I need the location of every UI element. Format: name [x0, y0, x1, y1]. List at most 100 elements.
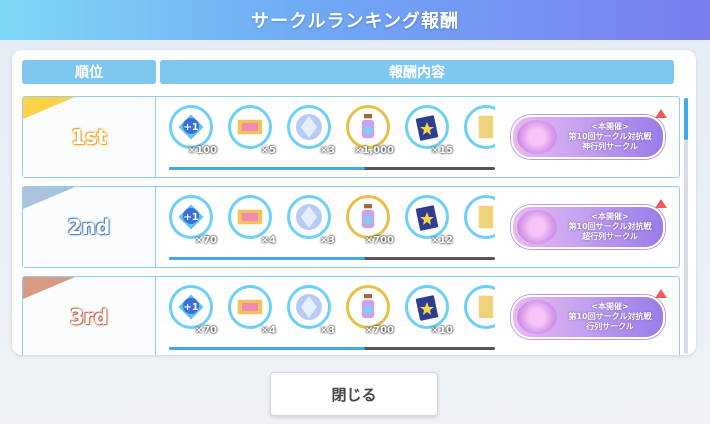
reward-quantity: ×4	[260, 235, 276, 246]
reward-item[interactable]: ×10	[403, 283, 455, 341]
banner-line: 行列サークル	[586, 322, 634, 331]
reward-item[interactable]	[462, 193, 495, 251]
rank-label: 2nd	[67, 215, 111, 239]
svg-text:+1: +1	[183, 212, 198, 223]
banner-line: 超行列サークル	[582, 232, 638, 241]
reward-quantity: ×3	[319, 235, 335, 246]
card-pack-icon	[405, 285, 449, 329]
reward-item[interactable]: +1 ×70	[167, 193, 219, 251]
plus-one-crystal-icon: +1	[169, 285, 213, 329]
page-title: サークルランキング報酬	[251, 11, 459, 32]
reward-quantity: ×70	[194, 325, 217, 336]
reward-quantity: ×4	[260, 325, 276, 336]
banner-line: 第10回サークル対抗戦	[568, 132, 652, 141]
card-icon	[464, 105, 495, 149]
title-reward-banner[interactable]: <本開催> 第10回サークル対抗戦 超行列サークル	[511, 199, 667, 249]
reward-quantity: ×3	[319, 145, 335, 156]
reward-scrollbar[interactable]	[169, 347, 495, 350]
reward-item[interactable]: ×4	[226, 193, 278, 251]
reward-item[interactable]: ×700	[344, 283, 396, 341]
emblem-icon	[517, 120, 557, 154]
ticket-icon	[228, 105, 272, 149]
crystal-orb-icon	[287, 285, 331, 329]
reward-scrollbar-thumb[interactable]	[169, 167, 365, 170]
reward-item[interactable]: ×3	[285, 103, 337, 161]
list-scrollbar[interactable]	[684, 98, 688, 354]
rewards-column-header: 報酬内容	[160, 60, 674, 84]
reward-item[interactable]: ×700	[344, 193, 396, 251]
plus-one-crystal-icon: +1	[169, 105, 213, 149]
reward-quantity: ×70	[194, 235, 217, 246]
banner-line: <本開催>	[591, 212, 629, 221]
ticket-icon	[228, 195, 272, 239]
reward-item[interactable]: ×12	[403, 193, 455, 251]
reward-scrollbar[interactable]	[169, 167, 495, 170]
reward-quantity: ×1,000	[353, 145, 394, 156]
reward-item[interactable]: ×1,000	[344, 103, 396, 161]
banner-line: 第10回サークル対抗戦	[568, 222, 652, 231]
reward-item[interactable]: ×15	[403, 103, 455, 161]
svg-text:+1: +1	[183, 302, 198, 313]
reward-quantity: ×12	[430, 235, 453, 246]
reward-quantity: ×3	[319, 325, 335, 336]
reward-scrollbar-thumb[interactable]	[169, 257, 365, 260]
banner-line: <本開催>	[591, 122, 629, 131]
title-reward-banner[interactable]: <本開催> 第10回サークル対抗戦 神行列サークル	[511, 109, 667, 159]
reward-item[interactable]: ×3	[285, 193, 337, 251]
rank-row: 3rd +1 ×70 ×4 ×3 ×700 ×10 <本開催> 第10回サークル対抗戦 行列サーク…	[22, 276, 680, 355]
plus-one-crystal-icon: +1	[169, 195, 213, 239]
reward-quantity: ×5	[260, 145, 276, 156]
reward-item[interactable]: +1 ×70	[167, 283, 219, 341]
reward-item[interactable]	[462, 283, 495, 341]
reward-item[interactable]: ×5	[226, 103, 278, 161]
reward-quantity: ×700	[364, 235, 394, 246]
reward-item[interactable]	[462, 103, 495, 161]
close-button[interactable]: 閉じる	[270, 372, 438, 416]
rank-column-header: 順位	[22, 60, 156, 84]
reward-quantity: ×100	[187, 145, 217, 156]
rank-corner-accent	[23, 97, 75, 119]
banner-line: 第10回サークル対抗戦	[568, 312, 652, 321]
rank-row: 1st +1 ×100 ×5 ×3 ×1,000 ×15 <本開催> 第10回サークル対抗戦 神行…	[22, 96, 680, 178]
title-reward-banner[interactable]: <本開催> 第10回サークル対抗戦 行列サークル	[511, 289, 667, 339]
reward-items[interactable]: +1 ×100 ×5 ×3 ×1,000 ×15	[167, 103, 495, 161]
reward-item[interactable]: ×4	[226, 283, 278, 341]
reward-scrollbar-thumb[interactable]	[169, 347, 365, 350]
ranking-list[interactable]: 1st +1 ×100 ×5 ×3 ×1,000 ×15 <本開催> 第10回サークル対抗戦 神行…	[22, 96, 682, 355]
reward-quantity: ×700	[364, 325, 394, 336]
scrollbar-thumb[interactable]	[684, 98, 688, 140]
card-icon	[464, 195, 495, 239]
card-pack-icon	[405, 105, 449, 149]
reward-item[interactable]: ×3	[285, 283, 337, 341]
card-icon	[464, 285, 495, 329]
emblem-icon	[517, 210, 557, 244]
banner-line: <本開催>	[591, 302, 629, 311]
up-arrow-icon	[655, 199, 667, 208]
rank-row: 2nd +1 ×70 ×4 ×3 ×700 ×12 <本開催> 第10回サークル対抗戦 超行列サー…	[22, 186, 680, 268]
rank-cell: 3rd	[23, 277, 156, 355]
up-arrow-icon	[655, 109, 667, 118]
emblem-icon	[517, 300, 557, 334]
reward-items[interactable]: +1 ×70 ×4 ×3 ×700 ×10	[167, 283, 495, 341]
rank-corner-accent	[23, 277, 75, 299]
reward-quantity: ×15	[430, 145, 453, 156]
crystal-orb-icon	[287, 105, 331, 149]
title-bar: サークルランキング報酬	[0, 0, 710, 40]
svg-text:+1: +1	[183, 122, 198, 133]
reward-quantity: ×10	[430, 325, 453, 336]
ticket-icon	[228, 285, 272, 329]
reward-scrollbar[interactable]	[169, 257, 495, 260]
banner-text: <本開催> 第10回サークル対抗戦 超行列サークル	[557, 212, 663, 242]
up-arrow-icon	[655, 289, 667, 298]
reward-items[interactable]: +1 ×70 ×4 ×3 ×700 ×12	[167, 193, 495, 251]
banner-text: <本開催> 第10回サークル対抗戦 行列サークル	[557, 302, 663, 332]
bottle-icon	[346, 105, 390, 149]
banner-text: <本開催> 第10回サークル対抗戦 神行列サークル	[557, 122, 663, 152]
reward-item[interactable]: +1 ×100	[167, 103, 219, 161]
bottle-icon	[346, 285, 390, 329]
rewards-panel: 順位 報酬内容 1st +1 ×100 ×5 ×3 ×1,000 ×15 <本開催> 第10回サ…	[12, 50, 696, 355]
rank-cell: 1st	[23, 97, 156, 177]
crystal-orb-icon	[287, 195, 331, 239]
bottle-icon	[346, 195, 390, 239]
banner-line: 神行列サークル	[582, 142, 638, 151]
